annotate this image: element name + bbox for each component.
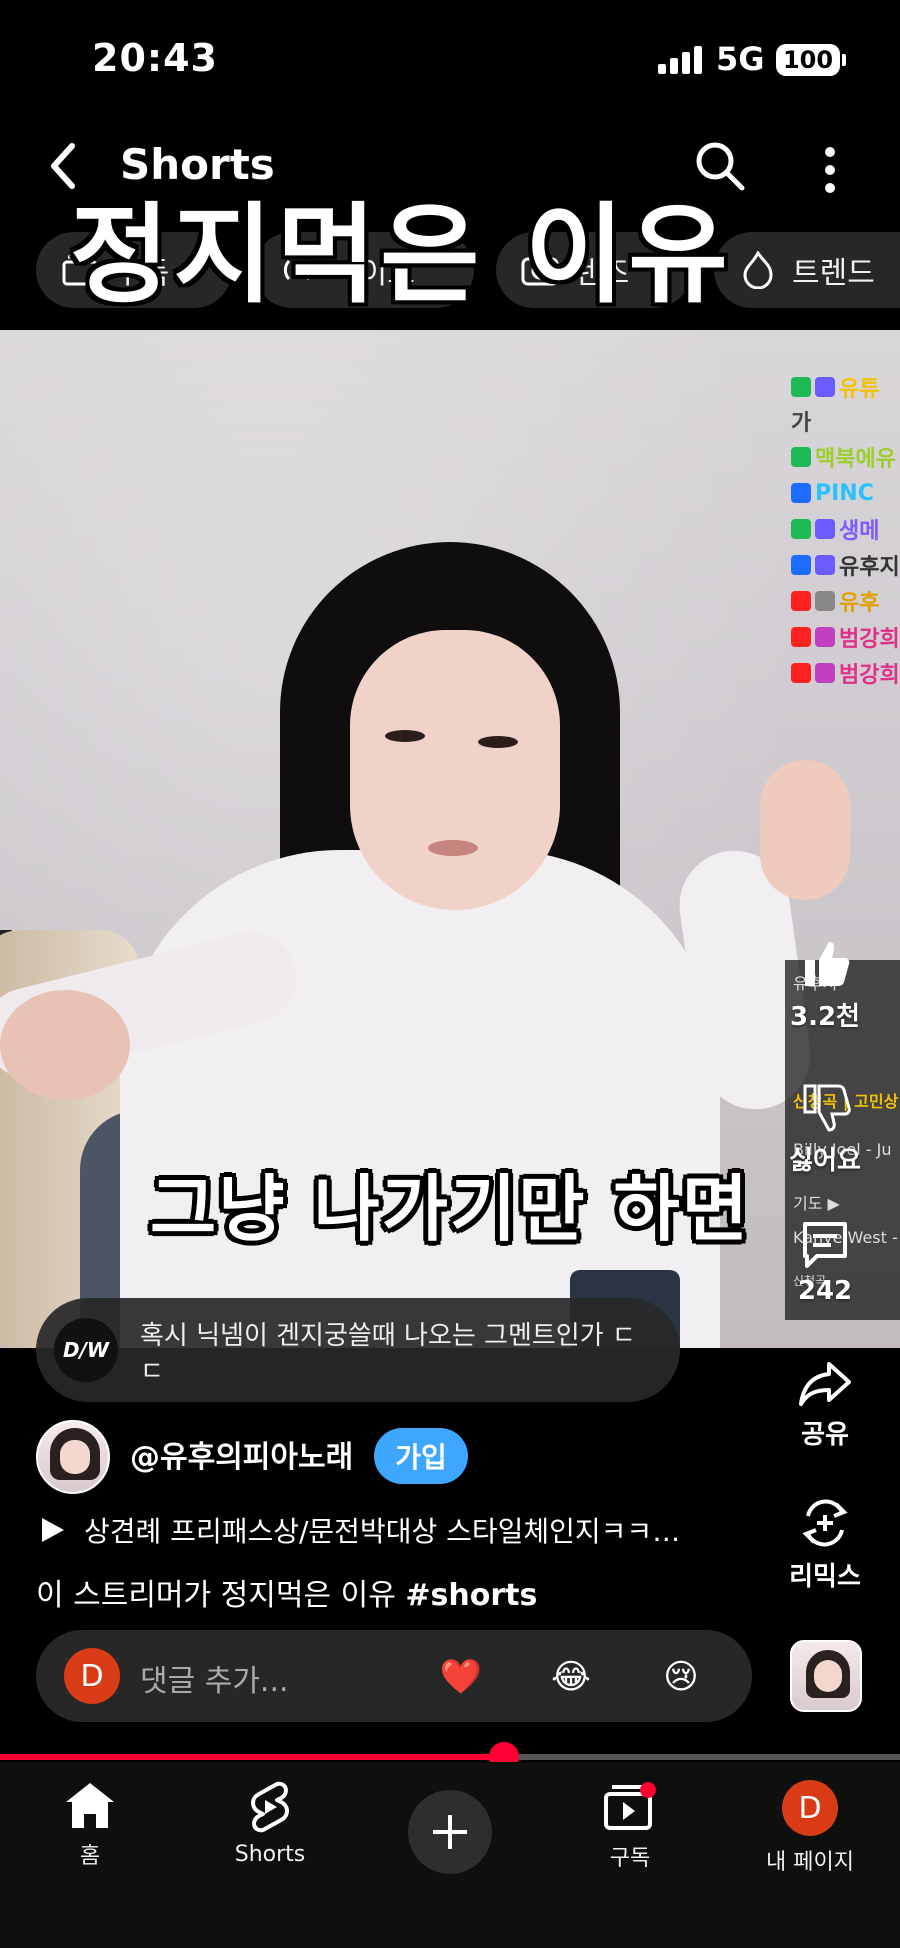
comments-button[interactable]: 242 [770, 1218, 880, 1306]
signal-icon [658, 44, 704, 74]
user-avatar: D [64, 1648, 120, 1704]
video-overlay-title: 정지먹은 이유 [70, 193, 732, 318]
chat-line: 맥북에유 [791, 442, 896, 472]
person-eye-left [385, 730, 425, 742]
nav-my-page[interactable]: D 내 페이지 [740, 1780, 880, 1876]
remix-icon [802, 1499, 848, 1547]
remix-button[interactable]: 리믹스 [770, 1496, 880, 1593]
network-type: 5G [716, 40, 765, 78]
chat-line: 가 [791, 411, 812, 436]
chat-line: 생메 [791, 514, 879, 544]
video-caption: 그냥 나가기만 하면 [149, 1167, 751, 1251]
nav-shorts[interactable]: Shorts [200, 1780, 340, 1867]
remix-label: 리믹스 [789, 1562, 861, 1592]
status-bar: 20:43 5G 100 [0, 0, 900, 120]
status-time: 20:43 [92, 36, 218, 80]
battery-icon: 100 [776, 44, 840, 76]
nav-label: 구독 [609, 1846, 651, 1871]
progress-fill [0, 1754, 504, 1760]
comment-input[interactable]: 댓글 추가... [140, 1656, 289, 1700]
chat-line: 유튜 [791, 372, 879, 402]
emoji-heart-button[interactable]: ❤️ [436, 1652, 486, 1702]
avatar: D [782, 1780, 838, 1836]
create-button[interactable] [408, 1790, 492, 1874]
commenter-avatar: D/W [54, 1318, 118, 1382]
chip-label: 트렌드 [792, 256, 875, 291]
battery-tip [842, 54, 846, 66]
music-row[interactable]: 상견례 프리패스상/문전박대상 스타일체인지ㅋㅋ… [40, 1510, 760, 1550]
join-button[interactable]: 가입 [374, 1428, 468, 1484]
bottom-nav: 홈 Shorts 구독 D 내 페이지 [0, 1762, 900, 1948]
music-title: 상견례 프리패스상/문전박대상 스타일체인지ㅋㅋ… [84, 1515, 681, 1548]
sound-thumbnail[interactable] [790, 1640, 862, 1712]
create-icon [433, 1815, 467, 1849]
nav-label: Shorts [234, 1842, 306, 1867]
more-options-button[interactable] [808, 140, 852, 200]
hashtag-link[interactable]: #shorts [405, 1578, 537, 1613]
video-frame[interactable]: 유튜 가 맥북에유 PINC 생메 유후지 유후 범강희 범강희 유후지 신청곡… [0, 330, 900, 1348]
like-count: 3.2천 [790, 1002, 860, 1032]
chip-trending[interactable]: 트렌드 [714, 232, 900, 308]
comment-count: 242 [797, 1276, 853, 1306]
chat-line: 범강희 [791, 622, 900, 652]
play-icon [42, 1518, 64, 1542]
subscriptions-icon [604, 1782, 656, 1830]
person-mouth [428, 840, 478, 856]
video-progress-bar[interactable] [0, 1742, 900, 1772]
thumb-up-icon [805, 942, 850, 986]
thumb-down-icon [803, 1084, 851, 1132]
nav-home[interactable]: 홈 [20, 1780, 160, 1870]
dislike-button[interactable]: 싫어요 [770, 1082, 880, 1177]
channel-avatar[interactable] [36, 1420, 110, 1494]
featured-comment-text: 혹시 닉넴이 겐지궁쓸때 나오는 그멘트인가 ㄷ ㄷ [140, 1321, 636, 1387]
video-description[interactable]: 이 스트리머가 정지먹은 이유 #shorts [36, 1570, 537, 1614]
share-button[interactable]: 공유 [770, 1360, 880, 1451]
chat-line: PINC [791, 478, 874, 508]
share-label: 공유 [801, 1420, 849, 1450]
home-icon [66, 1783, 114, 1828]
channel-handle[interactable]: @유후의피아노래 [130, 1432, 353, 1476]
person-hand-right [760, 760, 850, 900]
emoji-laugh-button[interactable]: 😂 [546, 1652, 596, 1702]
person-hand-left [0, 990, 130, 1100]
share-icon [799, 1362, 851, 1406]
chat-line: 범강희 [791, 658, 900, 688]
more-vert-icon [825, 147, 835, 193]
trending-icon [738, 250, 778, 290]
nav-label: 홈 [79, 1844, 101, 1869]
emoji-cry-button[interactable]: 😢 [656, 1652, 706, 1702]
featured-comment[interactable]: D/W 혹시 닉넴이 겐지궁쓸때 나오는 그멘트인가 ㄷ ㄷ [36, 1298, 680, 1402]
stream-chat-overlay: 유튜 가 맥북에유 PINC 생메 유후지 유후 범강희 범강희 [785, 330, 900, 710]
like-button[interactable]: 3.2천 [770, 938, 880, 1033]
description-text: 이 스트리머가 정지먹은 이유 [36, 1578, 396, 1613]
person-eye-right [478, 736, 518, 748]
nav-subscriptions[interactable]: 구독 [560, 1780, 700, 1872]
shorts-header: Shorts 구독 라이브 렌즈 트렌드 정지먹은 이유 [0, 130, 900, 330]
nav-label: 내 페이지 [766, 1850, 854, 1875]
shorts-icon [251, 1781, 289, 1833]
chat-line: 유후지 [791, 550, 900, 580]
dislike-label: 싫어요 [789, 1146, 861, 1176]
comment-icon [803, 1222, 847, 1268]
person-face [350, 630, 560, 910]
chat-line: 유후 [791, 586, 879, 616]
comment-input-bar[interactable]: D 댓글 추가... ❤️ 😂 😢 [36, 1630, 752, 1722]
